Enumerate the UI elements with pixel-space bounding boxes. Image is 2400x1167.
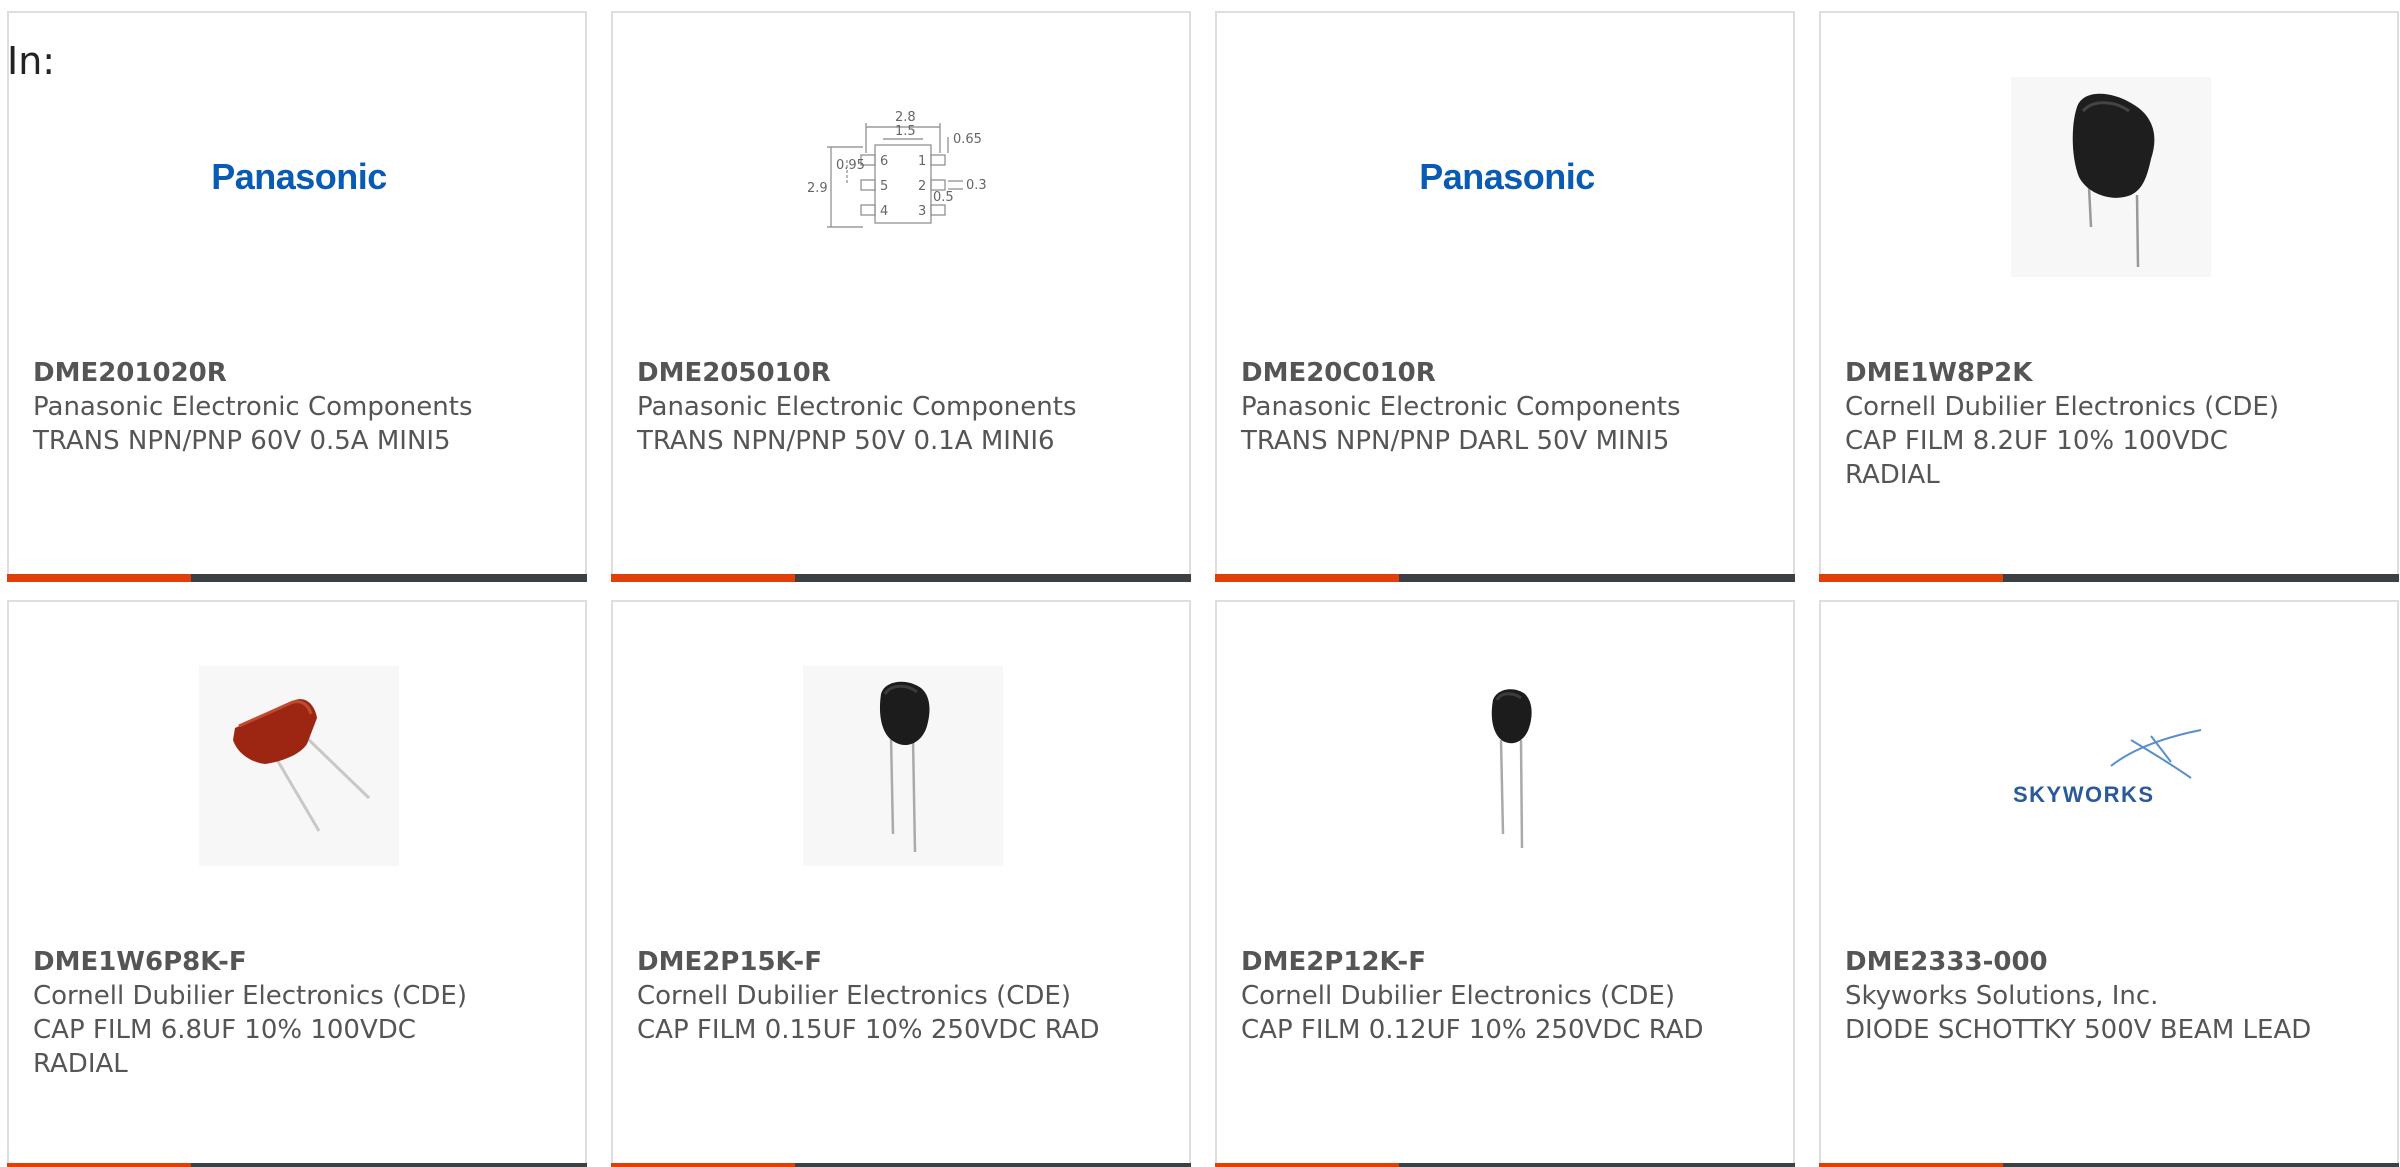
product-image-package-drawing[interactable]: 2.8 1.5 0.65 0.95 2.9 0.3 0.5 1 2 3 4 5 … bbox=[803, 77, 1003, 277]
manufacturer-name: Cornell Dubilier Electronics (CDE) bbox=[1241, 981, 1675, 1011]
product-description: TRANS NPN/PNP 60V 0.5A MINI5 bbox=[33, 426, 451, 456]
product-card[interactable]: 2.8 1.5 0.65 0.95 2.9 0.3 0.5 1 2 3 4 5 … bbox=[611, 11, 1191, 582]
product-image-film-capacitor[interactable] bbox=[803, 666, 1003, 866]
part-number-link[interactable]: DME2P12K-F bbox=[1241, 945, 1711, 979]
black-film-capacitor-image bbox=[879, 681, 930, 853]
product-card[interactable]: SKYWORKS DME2333-000 Skyworks Solutions,… bbox=[1819, 600, 2399, 1167]
manufacturer-name: Skyworks Solutions, Inc. bbox=[1845, 981, 2159, 1011]
part-number-link[interactable]: DME2P15K-F bbox=[637, 945, 1107, 979]
manufacturer-name: Cornell Dubilier Electronics (CDE) bbox=[1845, 392, 2279, 422]
panasonic-logo: Panasonic bbox=[1419, 156, 1595, 197]
svg-text:5: 5 bbox=[880, 179, 888, 194]
svg-text:2: 2 bbox=[918, 179, 926, 194]
product-image-panasonic-logo[interactable]: Panasonic bbox=[199, 77, 399, 277]
manufacturer-name: Panasonic Electronic Components bbox=[1241, 392, 1681, 422]
card-footer-bar bbox=[611, 1163, 1191, 1167]
black-film-capacitor-image bbox=[1491, 689, 1532, 849]
product-info: DME2333-000 Skyworks Solutions, Inc. DIO… bbox=[1845, 945, 2315, 1047]
product-info: DME205010R Panasonic Electronic Componen… bbox=[637, 356, 1107, 458]
skyworks-logo: SKYWORKS bbox=[2013, 729, 2202, 807]
card-footer-accent bbox=[7, 574, 191, 582]
filter-in-label: In: bbox=[7, 39, 56, 83]
card-footer-accent bbox=[7, 1163, 191, 1167]
part-number-link[interactable]: DME205010R bbox=[637, 356, 1107, 390]
product-description: DIODE SCHOTTKY 500V BEAM LEAD bbox=[1845, 1015, 2312, 1045]
product-card[interactable]: DME2P12K-F Cornell Dubilier Electronics … bbox=[1215, 600, 1795, 1167]
svg-text:3: 3 bbox=[918, 204, 926, 219]
product-image-skyworks-logo[interactable]: SKYWORKS bbox=[2011, 666, 2211, 866]
part-number-link[interactable]: DME20C010R bbox=[1241, 356, 1711, 390]
part-number-link[interactable]: DME1W8P2K bbox=[1845, 356, 2315, 390]
manufacturer-name: Panasonic Electronic Components bbox=[33, 392, 473, 422]
part-number-link[interactable]: DME201020R bbox=[33, 356, 503, 390]
card-footer-accent bbox=[611, 1163, 795, 1167]
product-info: DME20C010R Panasonic Electronic Componen… bbox=[1241, 356, 1711, 458]
card-footer-accent bbox=[1215, 1163, 1399, 1167]
product-info: DME1W8P2K Cornell Dubilier Electronics (… bbox=[1845, 356, 2315, 492]
product-description: CAP FILM 0.12UF 10% 250VDC RAD bbox=[1241, 1015, 1704, 1045]
red-film-capacitor-image bbox=[233, 699, 371, 832]
manufacturer-name: Cornell Dubilier Electronics (CDE) bbox=[637, 981, 1071, 1011]
product-image-film-capacitor[interactable] bbox=[1407, 666, 1607, 866]
product-grid: Panasonic DME201020R Panasonic Electroni… bbox=[7, 11, 2399, 1167]
product-info: DME2P12K-F Cornell Dubilier Electronics … bbox=[1241, 945, 1711, 1047]
card-footer-bar bbox=[7, 1163, 587, 1167]
product-card[interactable]: DME1W6P8K-F Cornell Dubilier Electronics… bbox=[7, 600, 587, 1167]
product-description: CAP FILM 8.2UF 10% 100VDC RADIAL bbox=[1845, 426, 2228, 490]
svg-text:2.8: 2.8 bbox=[895, 110, 916, 125]
svg-text:2.9: 2.9 bbox=[807, 181, 828, 196]
product-image-film-capacitor[interactable] bbox=[199, 666, 399, 866]
svg-text:0.3: 0.3 bbox=[966, 178, 987, 193]
svg-text:4: 4 bbox=[880, 204, 888, 219]
svg-text:SKYWORKS: SKYWORKS bbox=[2013, 782, 2155, 807]
product-description: TRANS NPN/PNP 50V 0.1A MINI6 bbox=[637, 426, 1055, 456]
card-footer-bar bbox=[7, 574, 587, 582]
svg-text:0.5: 0.5 bbox=[933, 190, 954, 205]
product-image-panasonic-logo[interactable]: Panasonic bbox=[1407, 77, 1607, 277]
part-number-link[interactable]: DME2333-000 bbox=[1845, 945, 2315, 979]
card-footer-accent bbox=[1819, 1163, 2003, 1167]
product-card[interactable]: DME1W8P2K Cornell Dubilier Electronics (… bbox=[1819, 11, 2399, 582]
manufacturer-name: Cornell Dubilier Electronics (CDE) bbox=[33, 981, 467, 1011]
product-info: DME2P15K-F Cornell Dubilier Electronics … bbox=[637, 945, 1107, 1047]
svg-text:0.95: 0.95 bbox=[836, 158, 865, 173]
product-image-film-capacitor[interactable] bbox=[2011, 77, 2211, 277]
svg-text:0.65: 0.65 bbox=[953, 132, 982, 147]
card-footer-accent bbox=[611, 574, 795, 582]
svg-text:6: 6 bbox=[880, 154, 888, 169]
product-info: DME1W6P8K-F Cornell Dubilier Electronics… bbox=[33, 945, 503, 1081]
card-footer-accent bbox=[1215, 574, 1399, 582]
svg-text:1: 1 bbox=[918, 154, 926, 169]
card-footer-bar bbox=[1819, 1163, 2399, 1167]
card-footer-bar bbox=[1819, 574, 2399, 582]
black-film-capacitor-image bbox=[2072, 93, 2155, 268]
svg-text:1.5: 1.5 bbox=[895, 124, 916, 139]
product-description: CAP FILM 6.8UF 10% 100VDC RADIAL bbox=[33, 1015, 416, 1079]
package-dimension-drawing: 2.8 1.5 0.65 0.95 2.9 0.3 0.5 1 2 3 4 5 … bbox=[807, 110, 987, 228]
product-card[interactable]: DME2P15K-F Cornell Dubilier Electronics … bbox=[611, 600, 1191, 1167]
part-number-link[interactable]: DME1W6P8K-F bbox=[33, 945, 503, 979]
product-info: DME201020R Panasonic Electronic Componen… bbox=[33, 356, 503, 458]
product-card[interactable]: Panasonic DME20C010R Panasonic Electroni… bbox=[1215, 11, 1795, 582]
panasonic-logo: Panasonic bbox=[211, 156, 387, 197]
card-footer-bar bbox=[1215, 1163, 1795, 1167]
product-listing-page: In: Panasonic DME201020R Panasonic Elect… bbox=[0, 0, 2400, 1167]
card-footer-bar bbox=[1215, 574, 1795, 582]
product-card[interactable]: Panasonic DME201020R Panasonic Electroni… bbox=[7, 11, 587, 582]
product-description: CAP FILM 0.15UF 10% 250VDC RAD bbox=[637, 1015, 1100, 1045]
card-footer-accent bbox=[1819, 574, 2003, 582]
card-footer-bar bbox=[611, 574, 1191, 582]
manufacturer-name: Panasonic Electronic Components bbox=[637, 392, 1077, 422]
product-description: TRANS NPN/PNP DARL 50V MINI5 bbox=[1241, 426, 1670, 456]
